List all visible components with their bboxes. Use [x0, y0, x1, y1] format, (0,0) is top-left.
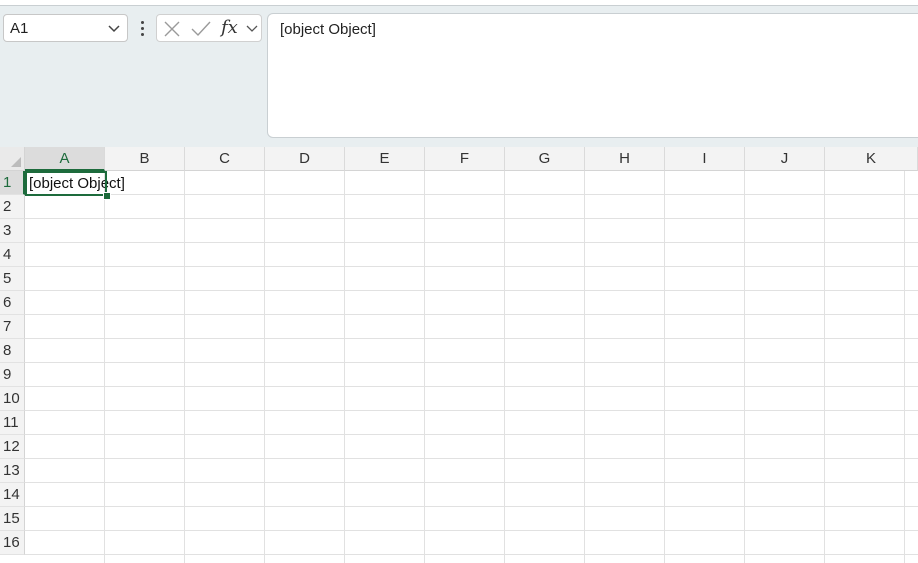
row-header-14[interactable]: 14: [0, 483, 25, 507]
column-header-j[interactable]: J: [745, 147, 825, 171]
column-header-e[interactable]: E: [345, 147, 425, 171]
row-header-3[interactable]: 3: [0, 219, 25, 243]
column-header-i[interactable]: I: [665, 147, 745, 171]
formula-controls: fx: [156, 14, 262, 42]
formula-area: A1 fx [object Object]: [0, 0, 918, 147]
column-header-c[interactable]: C: [185, 147, 265, 171]
column-header-g[interactable]: G: [505, 147, 585, 171]
row-header-15[interactable]: 15: [0, 507, 25, 531]
cell-a1[interactable]: [object Object]: [29, 175, 125, 192]
row-header-6[interactable]: 6: [0, 291, 25, 315]
row-header-12[interactable]: 12: [0, 435, 25, 459]
select-all-button[interactable]: [0, 147, 25, 171]
enter-check-icon[interactable]: [190, 20, 212, 38]
chevron-down-icon[interactable]: [107, 22, 121, 36]
row-header-5[interactable]: 5: [0, 267, 25, 291]
column-header-f[interactable]: F: [425, 147, 505, 171]
row-header-8[interactable]: 8: [0, 339, 25, 363]
fill-handle[interactable]: [103, 192, 111, 200]
row-header-13[interactable]: 13: [0, 459, 25, 483]
row-header-11[interactable]: 11: [0, 411, 25, 435]
more-options-icon[interactable]: [137, 18, 147, 38]
name-box-value: A1: [10, 19, 29, 37]
row-header-16[interactable]: 16: [0, 531, 25, 555]
cancel-icon[interactable]: [163, 20, 181, 38]
name-box[interactable]: A1: [3, 14, 128, 42]
column-header-k[interactable]: K: [825, 147, 918, 171]
column-header-d[interactable]: D: [265, 147, 345, 171]
chevron-down-icon[interactable]: [246, 23, 258, 35]
column-header-b[interactable]: B: [105, 147, 185, 171]
row-header-2[interactable]: 2: [0, 195, 25, 219]
column-header-h[interactable]: H: [585, 147, 665, 171]
row-header-1[interactable]: 1: [0, 171, 25, 195]
row-header-4[interactable]: 4: [0, 243, 25, 267]
column-header-a[interactable]: A: [25, 147, 105, 171]
row-header-9[interactable]: 9: [0, 363, 25, 387]
row-header-7[interactable]: 7: [0, 315, 25, 339]
row-header-10[interactable]: 10: [0, 387, 25, 411]
ribbon-edge: [0, 0, 918, 6]
formula-bar-content: [object Object]: [280, 21, 376, 38]
cells-area[interactable]: [25, 171, 918, 563]
formula-bar-input[interactable]: [object Object]: [267, 13, 918, 138]
insert-function-button[interactable]: fx: [221, 17, 238, 38]
spreadsheet-grid: ABCDEFGHIJK 1 2 3 4 5 6 7 8 9 10 11 12 13 14 15 16: [0, 147, 918, 563]
